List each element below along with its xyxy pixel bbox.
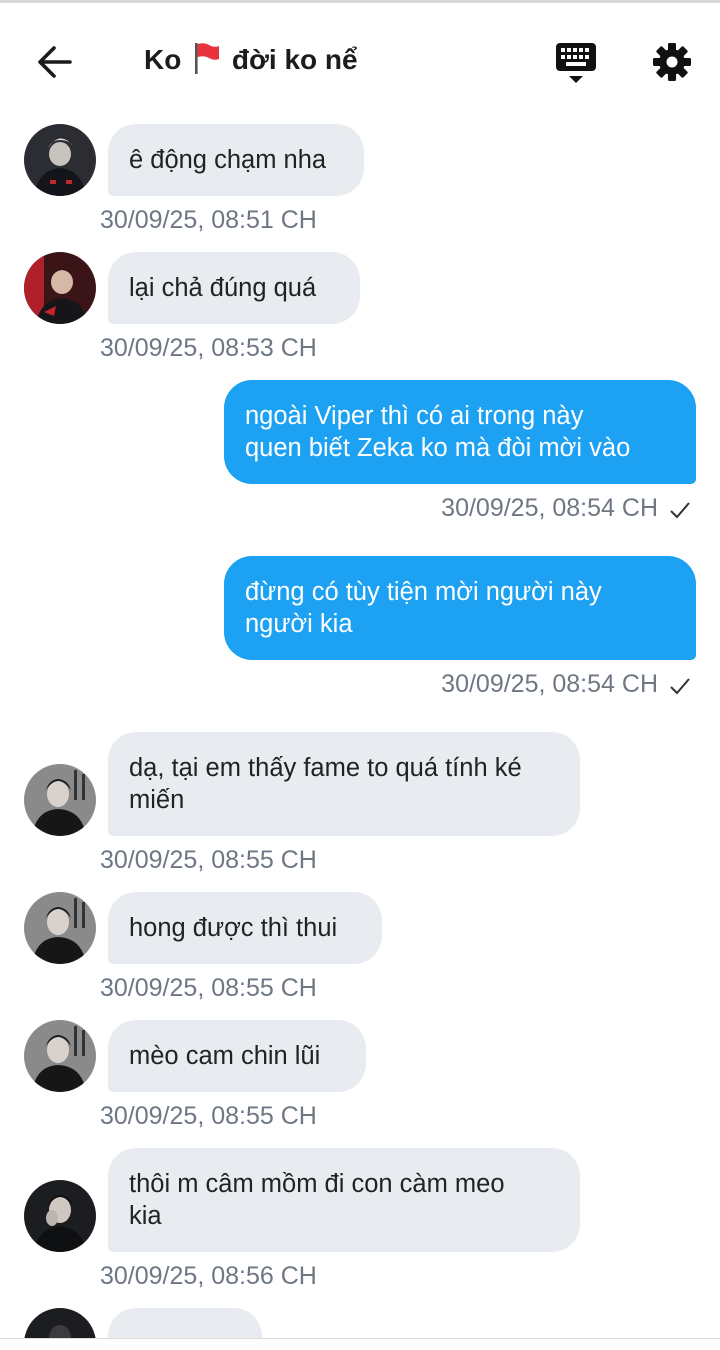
message-bubble[interactable]: lại chả đúng quá [108,252,360,324]
keyboard-icon [556,43,596,83]
message-timestamp: 30/09/25, 08:55 CH [100,1102,317,1130]
message-text: hong được thì thui [129,914,338,942]
message-list[interactable]: ê động chạm nha 30/09/25, 08:51 CH lại c… [0,0,720,1338]
message-text-line: đừng có tùy tiện mời người này [245,578,602,606]
message-text: ê động chạm nha [129,146,327,174]
message-timestamp: 30/09/25, 08:54 CH [441,670,658,698]
avatar[interactable] [24,124,96,196]
message-text-line: thôi m câm mồm đi con càm meo [129,1170,505,1198]
check-icon [670,678,690,695]
settings-button[interactable] [649,39,695,85]
message-timestamp: 30/09/25, 08:54 CH [441,494,658,522]
avatar[interactable] [24,1308,96,1338]
message-timestamp: 30/09/25, 08:51 CH [100,206,317,234]
avatar[interactable] [24,764,96,836]
message-bubble[interactable]: hong được thì thui [108,892,382,964]
avatar[interactable] [24,1180,96,1252]
back-button[interactable] [30,37,80,87]
message-bubble[interactable]: ngoài Viper thì có ai trong này quen biế… [224,380,696,484]
message-text-line: ngoài Viper thì có ai trong này [245,402,584,430]
chat-title-left: Ko [144,44,182,75]
keyboard-button[interactable] [553,39,599,87]
message-timestamp: 30/09/25, 08:55 CH [100,846,317,874]
message-text-line: dạ, tại em thấy fame to quá tính ké [129,754,522,782]
message-text: lại chả đúng quá [129,274,317,302]
message-timestamp: 30/09/25, 08:56 CH [100,1262,317,1290]
arrow-left-icon [38,46,72,78]
message-text-line: kia [129,1202,162,1230]
message-text: mèo cam chin lũi [129,1042,321,1070]
bottom-area [0,1339,720,1350]
chat-title[interactable]: Ko đời ko nể [144,41,358,76]
chat-title-right: đời ko nể [231,44,358,75]
message-bubble[interactable]: mèo cam chin lũi [108,1020,366,1092]
message-bubble[interactable]: dạ, tại em thấy fame to quá tính ké miến [108,732,580,836]
gear-icon [653,43,691,81]
message-bubble[interactable]: ê động chạm nha [108,124,364,196]
message-timestamp: 30/09/25, 08:53 CH [100,334,317,362]
avatar[interactable] [24,892,96,964]
message-bubble[interactable]: đừng có tùy tiện mời người này người kia [224,556,696,660]
message-timestamp: 30/09/25, 08:55 CH [100,974,317,1002]
chat-header: Ko đời ko nể [0,3,720,113]
avatar[interactable] [24,1020,96,1092]
message-bubble[interactable]: thôi m câm mồm đi con càm meo kia [108,1148,580,1252]
avatar[interactable] [24,252,96,324]
message-text-line: miến [129,786,185,814]
message-text-line: người kia [245,610,353,638]
check-icon [670,502,690,519]
message-bubble[interactable] [108,1308,262,1338]
red-flag-icon [195,43,220,74]
message-text-line: quen biết Zeka ko mà đòi mời vào [245,434,631,462]
